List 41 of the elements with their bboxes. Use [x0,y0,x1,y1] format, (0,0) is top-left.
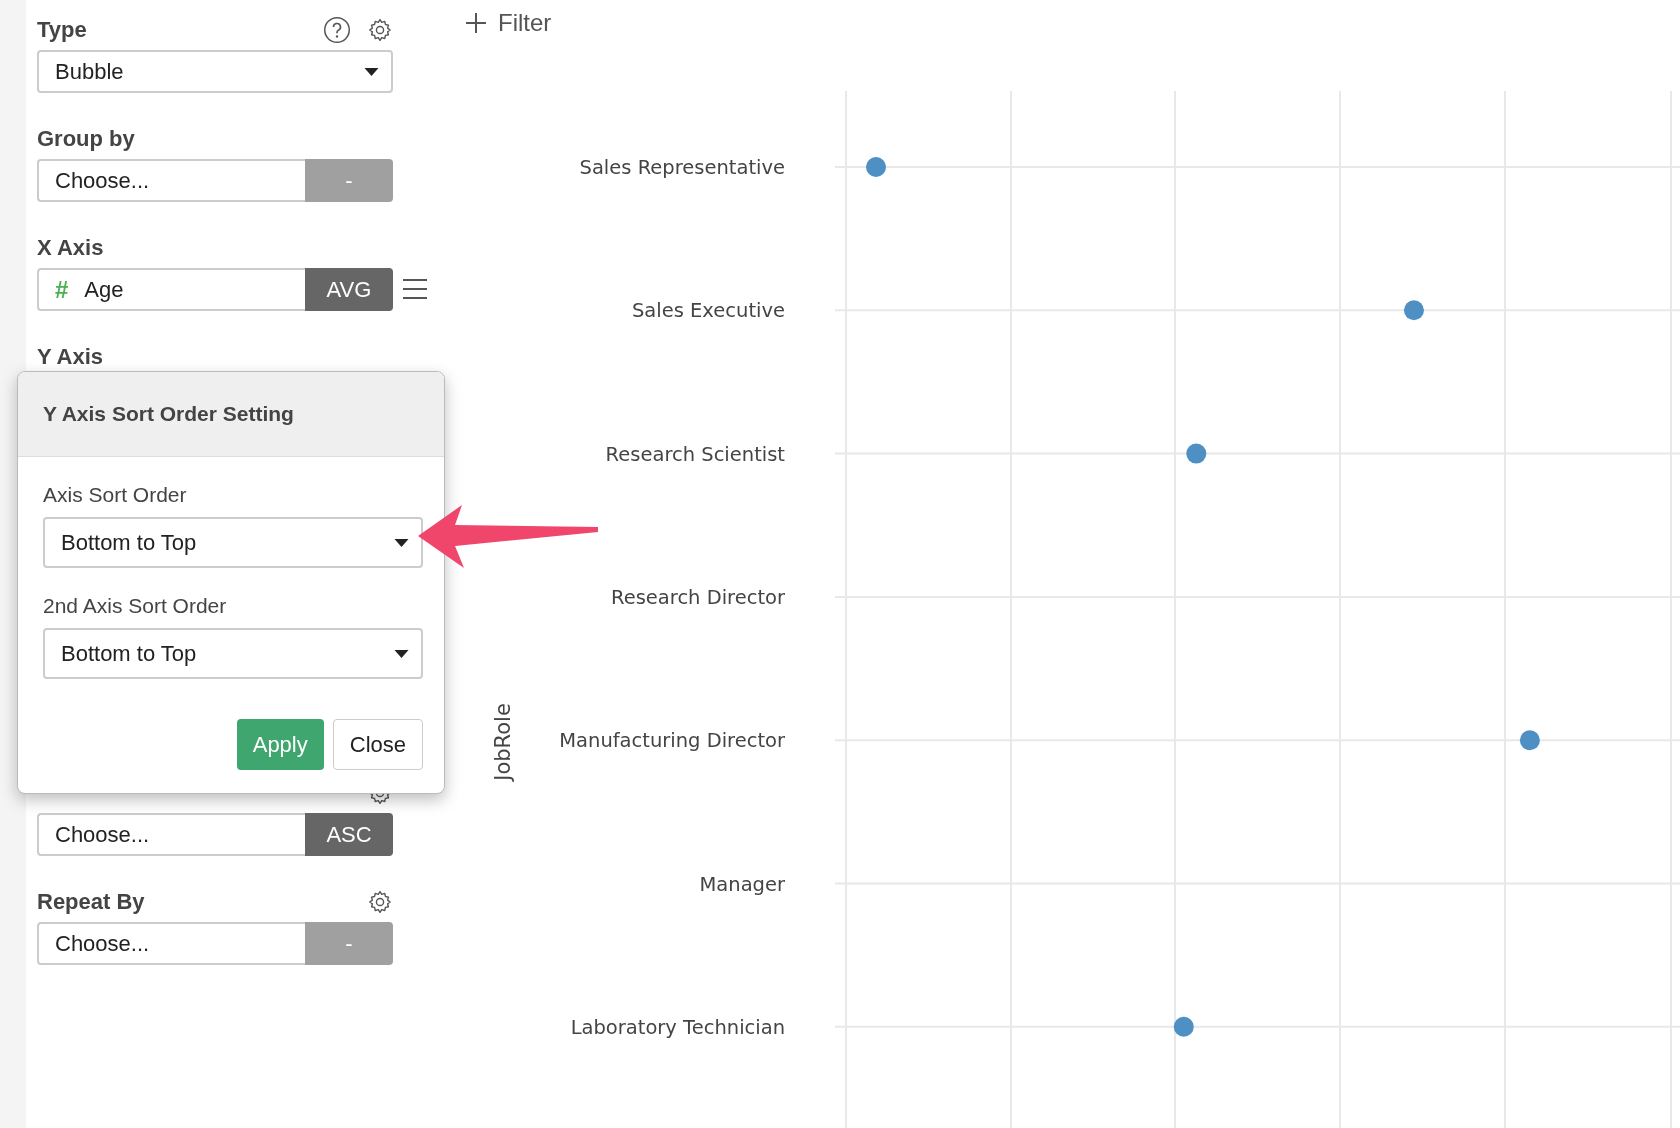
data-point [1403,300,1424,321]
field-label: Axis Sort Order [43,483,188,507]
field-select[interactable]: Choose... [37,813,305,856]
type-select[interactable]: Bubble [37,50,393,93]
caret-icon [364,67,379,76]
caret-icon [394,649,409,658]
field-select[interactable]: Choose... [37,922,305,965]
section-label: X Axis [37,235,105,261]
sort-order-select[interactable]: Bottom to Top [43,628,423,679]
plus-icon [466,12,486,33]
aggregate-button[interactable]: AVG [305,268,393,311]
field-select[interactable]: Choose... [37,159,305,202]
data-point [1519,730,1540,751]
axis-title: JobRole [491,703,515,781]
filter-button[interactable]: Filter [440,0,558,45]
field-select[interactable]: # Age [37,268,305,311]
data-point [866,157,886,177]
menu-icon[interactable] [402,278,428,300]
axis-label: Research Director [611,585,785,609]
data-point [1186,443,1207,464]
axis-label: Research Scientist [605,442,785,466]
section-label: Y Axis [37,344,105,370]
axis-label: Manager [699,872,785,896]
gear-icon[interactable] [367,889,393,915]
sort-order-select[interactable]: Bottom to Top [43,517,423,568]
gear-icon[interactable] [367,17,393,43]
section-label: Type [37,17,88,43]
number-icon: # [55,275,69,304]
axis-label: Manufacturing Director [559,729,785,753]
section-label: Repeat By [37,889,146,915]
field-label: 2nd Axis Sort Order [43,594,228,618]
help-icon[interactable] [323,16,351,44]
axis-label: Laboratory Technician [570,1015,785,1039]
aggregate-button[interactable]: ASC [305,813,393,856]
close-button[interactable]: Close [332,719,423,770]
section-label: Group by [37,126,136,152]
dialog-title: Y Axis Sort Order Setting [43,402,294,426]
axis-label: Sales Executive [631,299,785,323]
caret-icon [394,538,409,547]
data-point [1173,1016,1194,1037]
axis-label: Sales Representative [579,156,785,179]
